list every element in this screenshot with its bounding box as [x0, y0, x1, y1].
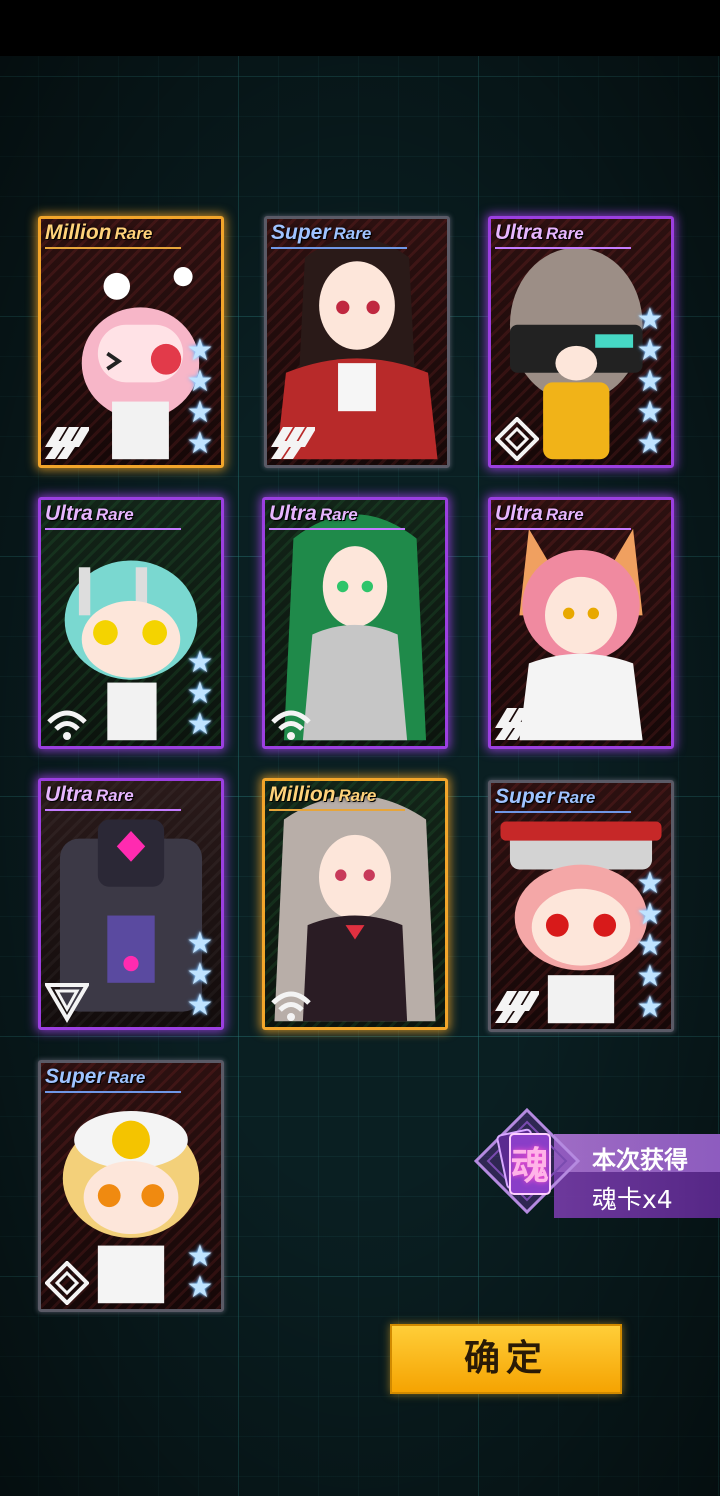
star-icon: ★: [636, 867, 664, 900]
star-icon: ★: [186, 958, 214, 991]
rarity-underline: [495, 247, 631, 249]
rarity-suffix-text: Rare: [114, 224, 153, 243]
diamond-icon: [45, 1261, 89, 1305]
rarity-underline: [269, 809, 405, 811]
star-icon: ★: [186, 677, 214, 710]
rarity-main-text: Ultra: [269, 502, 317, 525]
reward-card[interactable]: Million Rare: [262, 778, 448, 1030]
wifi-icon: [47, 710, 87, 740]
rarity-main-text: Ultra: [45, 502, 93, 525]
reward-card[interactable]: Super Rare ★ ★ ★ ★ ★: [488, 780, 674, 1032]
rarity-label: Super Rare: [495, 785, 595, 809]
star-icon: ★: [186, 427, 214, 460]
rarity-label: Ultra Rare: [495, 502, 584, 526]
soul-char-glyph: 魂: [510, 1144, 549, 1188]
rarity-suffix-text: Rare: [319, 505, 358, 524]
star-icon: ★: [636, 960, 664, 993]
rarity-main-text: Million: [269, 783, 336, 806]
star-icon: ★: [186, 334, 214, 367]
diamond-icon: [495, 417, 539, 461]
rarity-underline: [495, 811, 631, 813]
rarity-label: Super Rare: [45, 1065, 145, 1089]
stripe-icon: [495, 708, 539, 740]
reward-card[interactable]: Super Rare: [264, 216, 450, 468]
star-icon: ★: [186, 989, 214, 1022]
wifi-icon: [271, 710, 311, 740]
rarity-main-text: Super: [271, 221, 331, 244]
rarity-suffix-text: Rare: [338, 786, 377, 805]
triangle-icon: [45, 983, 89, 1023]
star-rating: ★ ★ ★ ★: [185, 336, 215, 459]
star-icon: ★: [636, 303, 664, 336]
star-icon: ★: [186, 396, 214, 429]
reward-card[interactable]: Ultra Rare: [488, 497, 674, 749]
rarity-label: Ultra Rare: [269, 502, 358, 526]
star-icon: ★: [636, 991, 664, 1024]
star-icon: ★: [636, 427, 664, 460]
stripe-icon: [495, 991, 539, 1023]
rarity-label: Super Rare: [271, 221, 371, 245]
rarity-label: Million Rare: [45, 221, 152, 245]
rarity-underline: [45, 1091, 181, 1093]
rarity-suffix-text: Rare: [95, 786, 134, 805]
rarity-label: Ultra Rare: [45, 502, 134, 526]
rarity-label: Ultra Rare: [495, 221, 584, 245]
reward-card[interactable]: Million Rare ★ ★ ★ ★: [38, 216, 224, 468]
reward-card[interactable]: Ultra Rare ★ ★ ★: [38, 497, 224, 749]
star-icon: ★: [186, 927, 214, 960]
star-icon: ★: [186, 365, 214, 398]
star-icon: ★: [186, 1240, 214, 1273]
reward-card[interactable]: Ultra Rare: [262, 497, 448, 749]
star-rating: ★ ★ ★ ★ ★: [635, 869, 665, 1023]
star-icon: ★: [636, 365, 664, 398]
star-rating: ★ ★ ★ ★ ★: [635, 305, 665, 459]
soul-reward-count: 魂卡x4: [592, 1185, 673, 1214]
rarity-suffix-text: Rare: [545, 505, 584, 524]
soul-reward-label: 本次获得: [592, 1146, 688, 1174]
rarity-underline: [45, 809, 181, 811]
rarity-main-text: Ultra: [45, 783, 93, 806]
rarity-label: Million Rare: [269, 783, 376, 807]
rarity-underline: [269, 528, 405, 530]
rarity-main-text: Ultra: [495, 221, 543, 244]
rarity-suffix-text: Rare: [95, 505, 134, 524]
rarity-underline: [45, 528, 181, 530]
confirm-button[interactable]: 确定: [390, 1324, 622, 1394]
star-rating: ★ ★: [185, 1242, 215, 1303]
reward-card[interactable]: Ultra Rare ★ ★ ★ ★ ★: [488, 216, 674, 468]
reward-card[interactable]: Ultra Rare ★ ★ ★: [38, 778, 224, 1030]
wifi-icon: [271, 991, 311, 1021]
rarity-underline: [45, 247, 181, 249]
star-icon: ★: [186, 1271, 214, 1304]
star-icon: ★: [186, 708, 214, 741]
stripe-icon: [271, 427, 315, 459]
star-rating: ★ ★ ★: [185, 929, 215, 1021]
star-icon: ★: [186, 646, 214, 679]
soul-card-reward: 本次获得 魂卡x4 魂: [462, 1096, 720, 1226]
result-screen: Million Rare ★ ★ ★ ★ Super Rare Ultra Rare ★ ★ ★ ★ ★ Ul…: [0, 56, 720, 1496]
rarity-suffix-text: Rare: [557, 788, 596, 807]
star-icon: ★: [636, 898, 664, 931]
rarity-main-text: Super: [495, 785, 555, 808]
star-rating: ★ ★ ★: [185, 648, 215, 740]
rarity-suffix-text: Rare: [107, 1068, 146, 1087]
star-icon: ★: [636, 334, 664, 367]
star-icon: ★: [636, 929, 664, 962]
rarity-main-text: Million: [45, 221, 112, 244]
rarity-suffix-text: Rare: [333, 224, 372, 243]
rarity-main-text: Super: [45, 1065, 105, 1088]
stripe-icon: [45, 427, 89, 459]
rarity-main-text: Ultra: [495, 502, 543, 525]
star-icon: ★: [636, 396, 664, 429]
reward-card[interactable]: Super Rare ★ ★: [38, 1060, 224, 1312]
rarity-underline: [271, 247, 407, 249]
rarity-suffix-text: Rare: [545, 224, 584, 243]
rarity-label: Ultra Rare: [45, 783, 134, 807]
rarity-underline: [495, 528, 631, 530]
